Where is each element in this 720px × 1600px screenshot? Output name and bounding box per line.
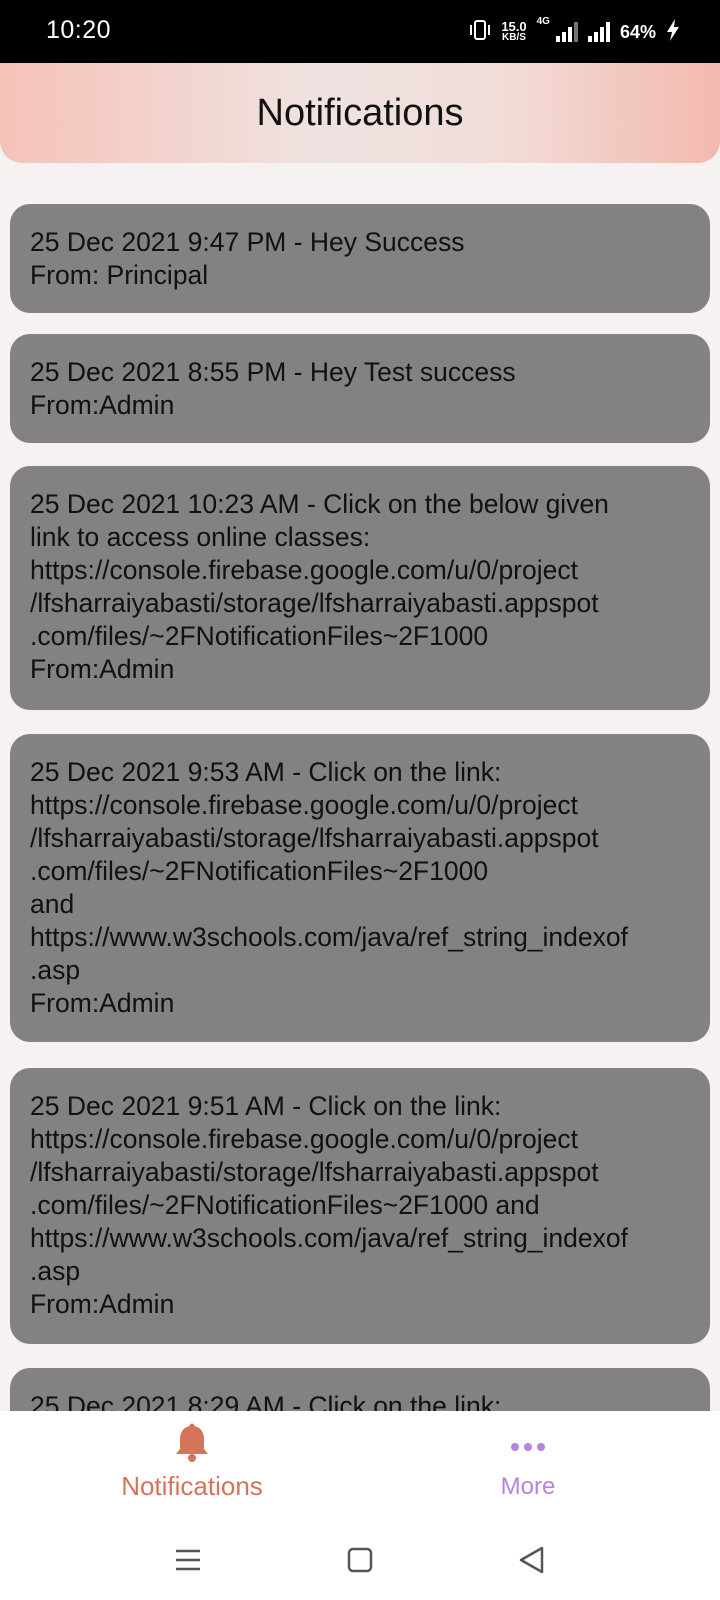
- notification-link[interactable]: .asp: [30, 1255, 690, 1288]
- vibrate-icon: [469, 18, 491, 47]
- home-icon[interactable]: [340, 1543, 380, 1577]
- notification-sender: From:Admin: [30, 988, 175, 1018]
- charging-icon: [666, 18, 680, 46]
- status-time: 10:20: [46, 16, 112, 44]
- notification-text: 25 Dec 2021 8:29 AM - Click on the link:: [30, 1391, 502, 1411]
- notification-sender: From:Admin: [30, 390, 175, 420]
- nav-item-notifications[interactable]: Notifications: [62, 1411, 322, 1521]
- notification-link[interactable]: /lfsharraiyabasti/storage/lfsharraiyabas…: [30, 1156, 690, 1189]
- app-header: Notifications: [0, 63, 720, 163]
- notification-text: 25 Dec 2021 8:55 PM - Hey Test success: [30, 357, 516, 387]
- network-speed-value: 15.0: [501, 19, 527, 34]
- page-title: Notifications: [256, 91, 464, 134]
- notification-link[interactable]: https://console.firebase.google.com/u/0/…: [30, 1123, 690, 1156]
- battery-level: 64%: [619, 21, 656, 42]
- notification-card[interactable]: 25 Dec 2021 8:55 PM - Hey Test success F…: [10, 334, 710, 443]
- notification-sender: From: Principal: [30, 260, 209, 290]
- more-dots-icon: [510, 1439, 546, 1451]
- notification-link[interactable]: .com/files/~2FNotificationFiles~2F1000 a…: [30, 1189, 690, 1222]
- notification-sender: From:Admin: [30, 654, 175, 684]
- nav-item-more[interactable]: More: [398, 1411, 658, 1521]
- nav-label-more: More: [500, 1473, 556, 1500]
- signal-icon: [587, 22, 610, 42]
- back-icon[interactable]: [512, 1543, 552, 1577]
- bell-icon: [174, 1423, 210, 1463]
- notification-text: 25 Dec 2021 9:47 PM - Hey Success: [30, 227, 465, 257]
- notification-link[interactable]: https://console.firebase.google.com/u/0/…: [30, 789, 690, 822]
- network-type: 4G: [536, 16, 550, 27]
- notification-link[interactable]: .com/files/~2FNotificationFiles~2F1000: [30, 855, 690, 888]
- notification-sender: From:Admin: [30, 1289, 175, 1319]
- notification-text: 25 Dec 2021 10:23 AM - Click on the belo…: [30, 489, 609, 519]
- status-bar: 10:20 15.0 KB/S 4G 64%: [0, 0, 720, 63]
- menu-icon[interactable]: [168, 1543, 208, 1577]
- notification-list[interactable]: 25 Dec 2021 9:47 PM - Hey Success From: …: [10, 204, 710, 1411]
- notification-card[interactable]: 25 Dec 2021 9:53 AM - Click on the link:…: [10, 734, 710, 1042]
- notification-link[interactable]: https://console.firebase.google.com/u/0/…: [30, 554, 690, 587]
- bottom-navigation: Notifications More: [0, 1411, 720, 1521]
- notification-text: and: [30, 889, 75, 919]
- notification-link[interactable]: .com/files/~2FNotificationFiles~2F1000: [30, 620, 690, 653]
- status-icons: 15.0 KB/S 4G 64%: [469, 16, 680, 48]
- notification-text: 25 Dec 2021 9:53 AM - Click on the link:: [30, 757, 502, 787]
- signal-icon: [555, 22, 578, 42]
- notification-link[interactable]: https://www.w3schools.com/java/ref_strin…: [30, 921, 690, 954]
- notification-card[interactable]: 25 Dec 2021 10:23 AM - Click on the belo…: [10, 466, 710, 710]
- notification-text: 25 Dec 2021 9:51 AM - Click on the link:: [30, 1091, 502, 1121]
- network-speed-unit: KB/S: [502, 32, 526, 43]
- notification-card[interactable]: 25 Dec 2021 9:51 AM - Click on the link:…: [10, 1068, 710, 1344]
- notification-link[interactable]: .asp: [30, 954, 690, 987]
- notification-link[interactable]: https://www.w3schools.com/java/ref_strin…: [30, 1222, 690, 1255]
- notification-link[interactable]: /lfsharraiyabasti/storage/lfsharraiyabas…: [30, 822, 690, 855]
- nav-label-notifications: Notifications: [121, 1471, 263, 1501]
- notification-card[interactable]: 25 Dec 2021 8:29 AM - Click on the link:: [10, 1368, 710, 1411]
- system-navigation-bar: [0, 1521, 720, 1600]
- notification-card[interactable]: 25 Dec 2021 9:47 PM - Hey Success From: …: [10, 204, 710, 313]
- notification-text: link to access online classes:: [30, 522, 371, 552]
- notification-link[interactable]: /lfsharraiyabasti/storage/lfsharraiyabas…: [30, 587, 690, 620]
- network-speed: 15.0 KB/S: [501, 19, 527, 43]
